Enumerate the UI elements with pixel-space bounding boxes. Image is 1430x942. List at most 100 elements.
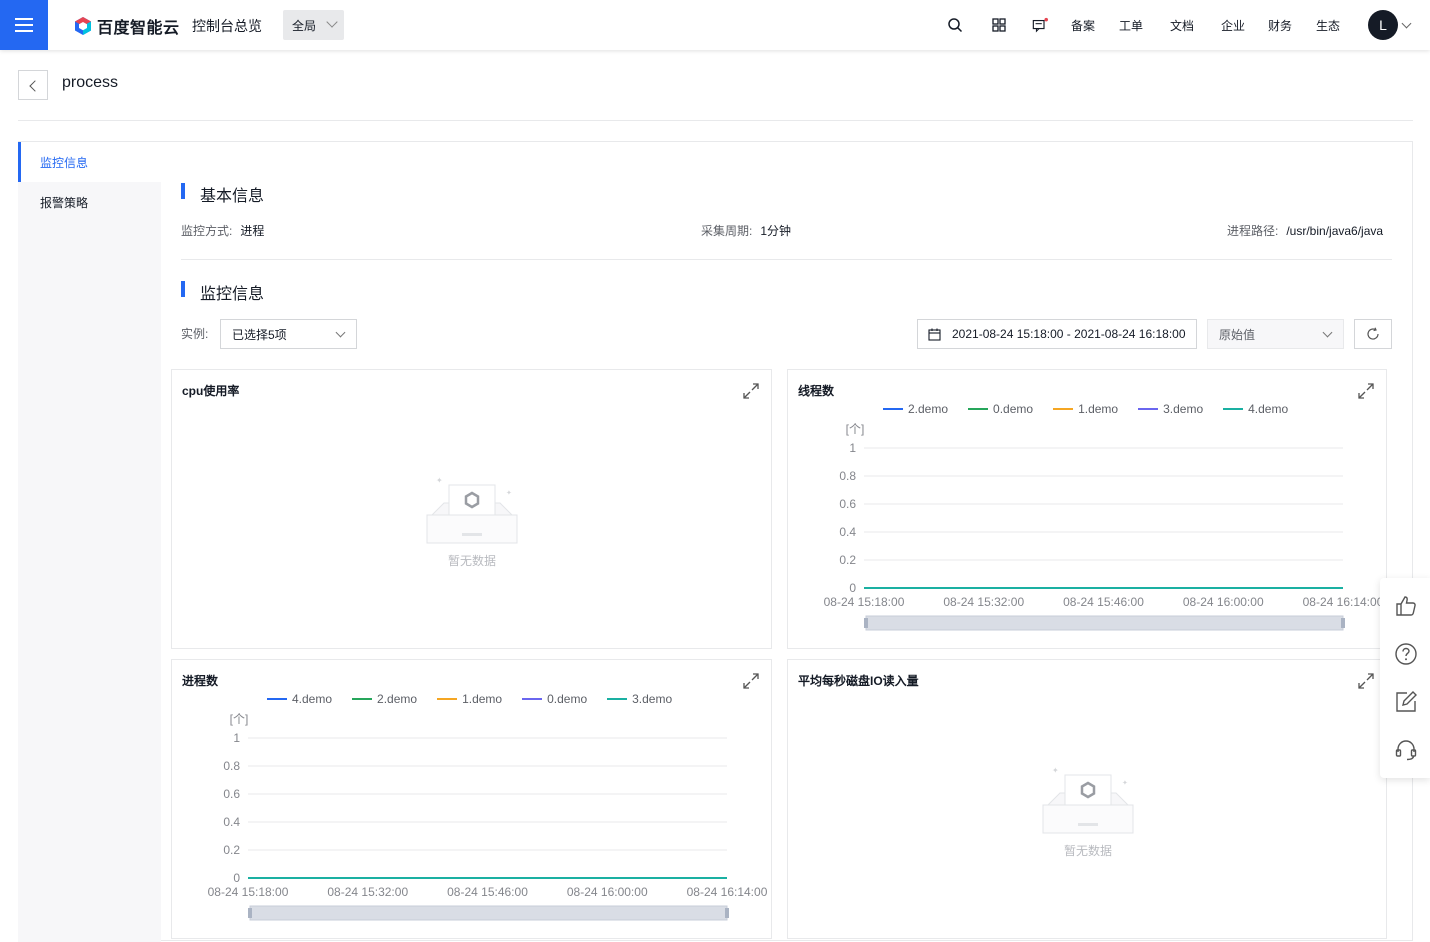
message-icon[interactable] <box>1032 17 1048 33</box>
x-tick-label: 08-24 15:32:00 <box>943 595 1024 609</box>
chart-card-disk-io: 平均每秒磁盘IO读入量 ✦ ✦ 暂无数据 <box>787 659 1387 939</box>
monitor-method-value: 进程 <box>240 224 265 238</box>
refresh-icon <box>1367 327 1379 340</box>
nav-item-enterprise[interactable]: 企业 <box>1221 17 1245 34</box>
page-title: process <box>62 74 119 91</box>
slider-handle-right <box>725 908 729 918</box>
chart-card-cpu: cpu使用率 ✦ ✦ 暂无数据 <box>171 369 772 649</box>
sidebar: 监控信息 报警策略 <box>18 142 161 942</box>
expand-icon[interactable] <box>742 382 760 400</box>
process-path-value: /usr/bin/java6/java <box>1286 224 1384 238</box>
process-path: 进程路径: /usr/bin/java6/java <box>1227 222 1383 239</box>
chevron-down-icon[interactable] <box>1401 18 1412 29</box>
x-tick-label: 08-24 16:00:00 <box>567 885 648 899</box>
slider-handle-right <box>1341 618 1345 628</box>
monitor-method: 监控方式: 进程 <box>181 222 264 239</box>
refresh-button[interactable] <box>1354 319 1392 349</box>
time-range-value: 2021-08-24 15:18:00 - 2021-08-24 16:18:0… <box>952 327 1186 341</box>
empty-state: ✦ ✦ 暂无数据 <box>1038 765 1138 859</box>
slider-handle-left <box>864 618 868 628</box>
x-tick-label: 08-24 15:18:00 <box>208 885 289 899</box>
data-zoom-slider <box>249 905 728 921</box>
y-tick-label: 0.4 <box>223 815 240 829</box>
menu-icon[interactable] <box>0 0 48 50</box>
x-tick-label: 08-24 15:46:00 <box>447 885 528 899</box>
nav-item-ecosystem[interactable]: 生态 <box>1316 17 1340 34</box>
monitor-method-label: 监控方式: <box>181 224 233 238</box>
chevron-down-icon <box>1322 327 1333 338</box>
y-tick-label: 0.2 <box>223 843 240 857</box>
svg-text:✦: ✦ <box>436 476 443 485</box>
data-zoom-slider <box>865 615 1344 631</box>
y-tick-label: 0.6 <box>839 497 856 511</box>
collect-period-label: 采集周期: <box>701 224 753 238</box>
x-tick-label: 08-24 16:14:00 <box>687 885 768 899</box>
search-icon[interactable] <box>947 17 963 33</box>
chart-card-processes: 进程数 4.demo 2.demo 1.demo 0.demo 3.demo [… <box>171 659 772 939</box>
nav-item-finance[interactable]: 财务 <box>1268 17 1292 34</box>
value-type-select[interactable]: 原始值 <box>1207 319 1344 349</box>
logo-icon <box>75 17 91 35</box>
value-type-value: 原始值 <box>1219 327 1256 342</box>
x-tick-label: 08-24 16:14:00 <box>1303 595 1384 609</box>
y-tick-label: 0.8 <box>839 469 856 483</box>
slider-handle-left <box>248 908 252 918</box>
chevron-down-icon <box>326 16 338 28</box>
time-range-picker[interactable]: 2021-08-24 15:18:00 - 2021-08-24 16:18:0… <box>917 319 1197 349</box>
basic-info-title: 基本信息 <box>181 182 264 206</box>
chart-title: cpu使用率 <box>182 384 240 398</box>
svg-text:✦: ✦ <box>1052 766 1059 775</box>
empty-box-icon: ✦✦ <box>1042 766 1134 834</box>
instance-select-value: 已选择5项 <box>232 327 287 342</box>
expand-icon[interactable] <box>1357 672 1375 690</box>
empty-state: ✦ ✦ 暂无数据 <box>422 475 522 569</box>
x-tick-label: 08-24 15:18:00 <box>824 595 905 609</box>
sidebar-item-alarm-policy[interactable]: 报警策略 <box>18 182 161 222</box>
collect-period: 采集周期: 1分钟 <box>701 222 791 239</box>
nav-item-filing[interactable]: 备案 <box>1071 17 1095 34</box>
y-tick-label: 0 <box>849 581 856 595</box>
y-tick-label: 1 <box>849 441 856 455</box>
console-overview-link[interactable]: 控制台总览 <box>192 16 262 36</box>
edit-feedback-icon[interactable] <box>1394 690 1418 714</box>
top-navbar: 百度智能云 控制台总览 全局 备案 工单 文档 企业 财务 生态 L <box>0 0 1430 50</box>
divider <box>18 120 1413 121</box>
chevron-down-icon <box>335 327 346 338</box>
help-icon[interactable] <box>1394 642 1418 666</box>
nav-item-docs[interactable]: 文档 <box>1170 17 1194 34</box>
avatar[interactable]: L <box>1368 10 1398 40</box>
chart-card-threads: 线程数 2.demo 0.demo 1.demo 3.demo 4.demo [… <box>787 369 1387 649</box>
floating-toolbar <box>1380 578 1430 778</box>
region-select[interactable]: 全局 <box>283 10 344 40</box>
line-chart-threads: [个] 1 0.8 0.6 0.4 0.2 008-24 15:18:00 08-24 15:… <box>824 422 1384 631</box>
monitor-info-title: 监控信息 <box>181 280 264 304</box>
nav-item-ticket[interactable]: 工单 <box>1119 17 1143 34</box>
chart-title: 平均每秒磁盘IO读入量 <box>798 674 919 688</box>
region-value: 全局 <box>292 18 317 33</box>
thumbs-up-icon[interactable] <box>1394 594 1418 618</box>
empty-text: 暂无数据 <box>1063 844 1112 858</box>
y-tick-label: 0.2 <box>839 553 856 567</box>
x-tick-label: 08-24 16:00:00 <box>1183 595 1264 609</box>
line-chart-processes: [个] 1 0.8 0.6 0.4 0.2 008-24 15:18:00 08-24 15:… <box>208 712 768 921</box>
apps-grid-icon[interactable] <box>991 17 1007 33</box>
y-axis-unit: [个] <box>230 712 249 726</box>
sidebar-item-monitor[interactable]: 监控信息 <box>18 142 161 182</box>
headset-icon[interactable] <box>1394 738 1418 762</box>
y-tick-label: 0.6 <box>223 787 240 801</box>
collect-period-value: 1分钟 <box>760 224 792 238</box>
y-tick-label: 0.8 <box>223 759 240 773</box>
process-path-label: 进程路径: <box>1227 224 1279 238</box>
logo[interactable]: 百度智能云 <box>73 14 180 38</box>
instance-select[interactable]: 已选择5项 <box>220 319 357 349</box>
calendar-icon <box>928 328 941 341</box>
empty-text: 暂无数据 <box>447 554 496 568</box>
y-axis-unit: [个] <box>846 422 865 436</box>
back-button[interactable] <box>18 70 48 100</box>
y-tick-label: 0 <box>233 871 240 885</box>
y-tick-label: 0.4 <box>839 525 856 539</box>
logo-text: 百度智能云 <box>97 20 180 37</box>
y-tick-label: 1 <box>233 731 240 745</box>
svg-text:✦: ✦ <box>506 489 512 497</box>
x-tick-label: 08-24 15:46:00 <box>1063 595 1144 609</box>
